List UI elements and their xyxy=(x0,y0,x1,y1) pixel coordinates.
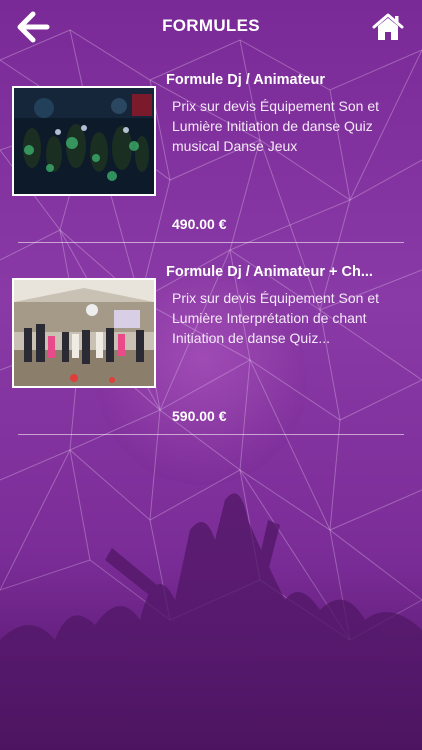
formula-list: Formule Dj / Animateur Prix sur devis Éq… xyxy=(0,54,422,438)
divider xyxy=(18,242,404,243)
formula-item[interactable]: Formule Dj / Animateur + Ch... Prix sur … xyxy=(0,246,422,438)
page-title: FORMULES xyxy=(162,16,260,35)
home-icon xyxy=(372,13,404,40)
formula-price: 490.00 € xyxy=(172,216,227,232)
divider xyxy=(18,434,404,435)
formula-item[interactable]: Formule Dj / Animateur Prix sur devis Éq… xyxy=(0,54,422,246)
formula-thumbnail xyxy=(12,86,156,196)
formula-price: 590.00 € xyxy=(172,408,227,424)
formula-description: Prix sur devis Équipement Son et Lumière… xyxy=(172,98,379,154)
formula-name: Formule Dj / Animateur + Ch... xyxy=(166,264,373,280)
home-button[interactable] xyxy=(372,12,404,42)
app-header: FORMULES xyxy=(0,0,422,54)
formula-thumbnail xyxy=(12,278,156,388)
formula-description: Prix sur devis Équipement Son et Lumière… xyxy=(172,290,379,346)
formula-name: Formule Dj / Animateur xyxy=(166,72,325,88)
